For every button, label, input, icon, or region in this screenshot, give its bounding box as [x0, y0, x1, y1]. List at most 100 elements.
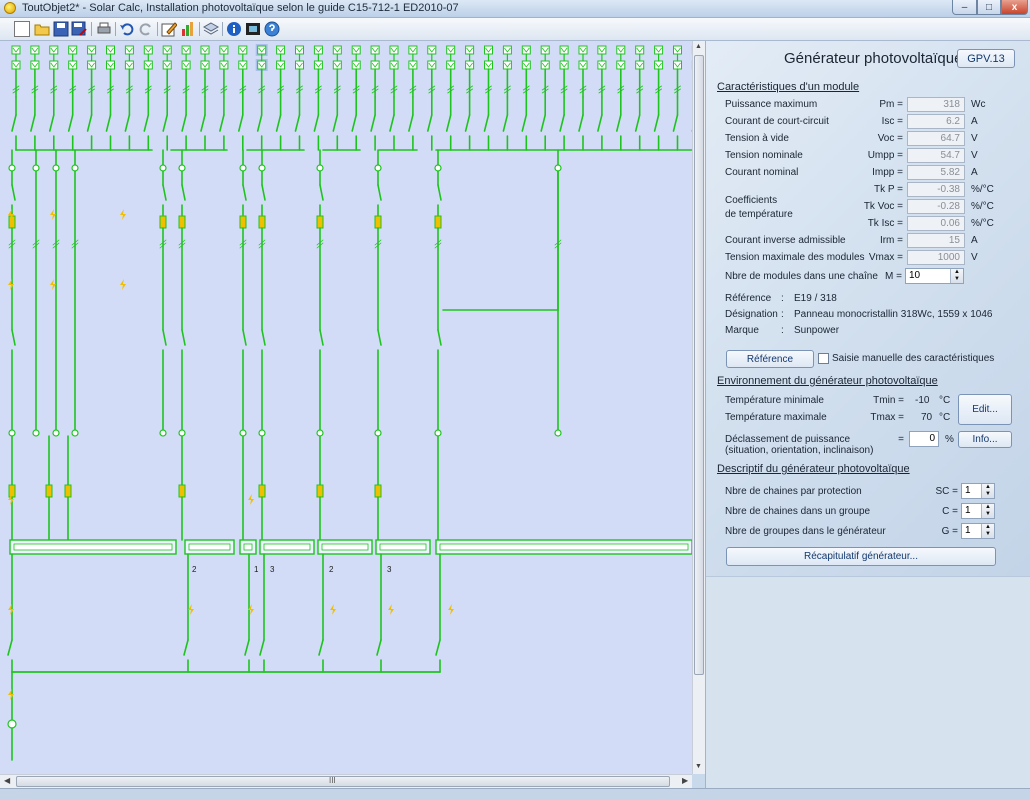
reference-button[interactable]: Référence	[726, 350, 814, 368]
info-button[interactable]: Info...	[958, 431, 1012, 448]
terminal-icon	[7, 719, 17, 729]
surge-icon	[50, 279, 56, 290]
generator-id-button[interactable]: GPV.13	[957, 49, 1015, 68]
characteristic-value-field: 6.2	[907, 114, 965, 129]
pv-module-icon	[181, 45, 191, 55]
pv-module-icon	[578, 45, 588, 55]
description-value: 1	[965, 525, 971, 536]
pv-module-icon	[49, 45, 59, 55]
scroll-up-icon[interactable]: ▲	[695, 43, 702, 50]
description-input[interactable]: 1 ▲ ▼	[961, 503, 995, 519]
terminal-icon	[258, 429, 266, 437]
switch	[244, 639, 250, 656]
disconnect-switch	[256, 114, 263, 132]
derating-unit: %	[945, 434, 954, 445]
spinner-icon[interactable]: ▲ ▼	[981, 504, 994, 518]
terminal-icon	[239, 429, 247, 437]
chart-icon[interactable]	[180, 21, 196, 37]
pv-schematic: 2 1 3 2 3	[7, 44, 692, 761]
characteristic-label: Courant inverse admissible	[725, 235, 846, 246]
characteristic-value-field: 54.7	[907, 148, 965, 163]
switch	[319, 329, 324, 346]
characteristic-symbol: Isc =	[881, 116, 903, 127]
pv-module-icon	[465, 45, 475, 55]
characteristic-value-field: 1000	[907, 250, 965, 265]
pv-module-icon	[559, 60, 569, 70]
spinner-icon[interactable]: ▲ ▼	[950, 269, 963, 283]
generator-summary-button[interactable]: Récapitulatif générateur...	[726, 547, 996, 566]
manual-entry-checkbox[interactable]	[818, 353, 829, 364]
designation-value: Panneau monocristallin 318Wc, 1559 x 104…	[794, 309, 993, 320]
description-input[interactable]: 1 ▲ ▼	[961, 523, 995, 539]
pv-module-icon	[30, 45, 40, 55]
help-icon[interactable]	[264, 21, 280, 37]
pv-module-icon	[635, 45, 645, 55]
characteristic-unit: %/°C	[971, 218, 994, 229]
disconnect-switch	[389, 114, 395, 132]
characteristic-label: Courant de court-circuit	[725, 116, 829, 127]
tmin-value[interactable]: -10	[915, 395, 929, 406]
disconnect-switch	[634, 114, 641, 132]
app-window: ToutObjet2* - Solar Calc, Installation p…	[0, 0, 1030, 800]
tmax-symbol: Tmax =	[870, 412, 904, 423]
description-input[interactable]: 1 ▲ ▼	[961, 483, 995, 499]
terminal-icon	[178, 429, 186, 437]
print-icon[interactable]	[96, 21, 112, 37]
scroll-down-icon[interactable]: ▼	[695, 763, 702, 770]
disconnect-switch	[332, 114, 339, 132]
spinner-icon[interactable]: ▲ ▼	[981, 484, 994, 498]
terminal-icon	[316, 429, 324, 437]
disconnect-switch	[351, 114, 358, 132]
scroll-left-icon[interactable]: ◀	[4, 776, 10, 785]
pv-module-icon	[540, 60, 550, 70]
junction-box-inner	[188, 543, 231, 551]
switch	[435, 639, 441, 656]
panel-title: Générateur photovoltaïque	[784, 50, 963, 67]
section-generator-description: Descriptif du générateur photovoltaïque	[717, 463, 910, 475]
maximize-button[interactable]: □	[977, 0, 1001, 15]
surge-icon	[330, 604, 336, 615]
fuse-icon	[159, 215, 167, 229]
switch	[11, 184, 16, 201]
disconnect-switch	[597, 114, 603, 132]
horizontal-scrollbar[interactable]: ◀ III ▶	[0, 774, 692, 788]
undo-icon[interactable]	[119, 21, 135, 37]
save-icon[interactable]	[53, 21, 69, 37]
disconnect-switch	[11, 114, 17, 132]
vertical-scroll-thumb[interactable]	[694, 55, 704, 675]
pv-module-icon	[521, 45, 531, 55]
film-icon[interactable]	[245, 21, 261, 37]
spinner-icon[interactable]: ▲ ▼	[981, 524, 994, 538]
toolbar	[0, 18, 1030, 41]
open-icon[interactable]	[34, 21, 50, 37]
string-number-label: 1	[254, 565, 259, 574]
edit-temperature-button[interactable]: Edit...	[958, 394, 1012, 425]
toolbar-separator	[115, 22, 116, 36]
pv-module-icon	[446, 60, 456, 70]
new-icon[interactable]	[14, 21, 30, 37]
save-as-icon[interactable]	[71, 21, 87, 37]
minimize-button[interactable]: –	[952, 0, 977, 15]
vertical-scrollbar[interactable]: ▲ ▼	[692, 41, 705, 774]
reference-value: E19 / 318	[794, 293, 837, 304]
close-button[interactable]: x	[1001, 0, 1028, 15]
pv-module-icon	[673, 45, 682, 55]
horizontal-scroll-thumb[interactable]: III	[16, 776, 670, 787]
characteristic-label: Tension nominale	[725, 150, 803, 161]
characteristic-unit: %/°C	[971, 201, 994, 212]
layers-icon[interactable]	[202, 21, 220, 37]
disconnect-switch	[464, 114, 471, 132]
characteristic-value-field: -0.28	[907, 199, 965, 214]
derating-input[interactable]: 0	[909, 431, 939, 447]
terminal-icon	[178, 164, 186, 172]
schematic-diagram[interactable]: 2 1 3 2 3	[0, 41, 692, 774]
modules-per-chain-input[interactable]: 10 ▲ ▼	[905, 268, 964, 284]
fuse-icon	[258, 215, 266, 229]
redo-icon[interactable]	[138, 21, 154, 37]
disconnect-switch	[521, 114, 528, 132]
info-icon[interactable]	[226, 21, 242, 37]
scroll-right-icon[interactable]: ▶	[682, 776, 688, 785]
edit-icon[interactable]	[161, 21, 178, 37]
tmax-value[interactable]: 70	[921, 412, 932, 423]
reference-label: Référence	[725, 293, 772, 304]
